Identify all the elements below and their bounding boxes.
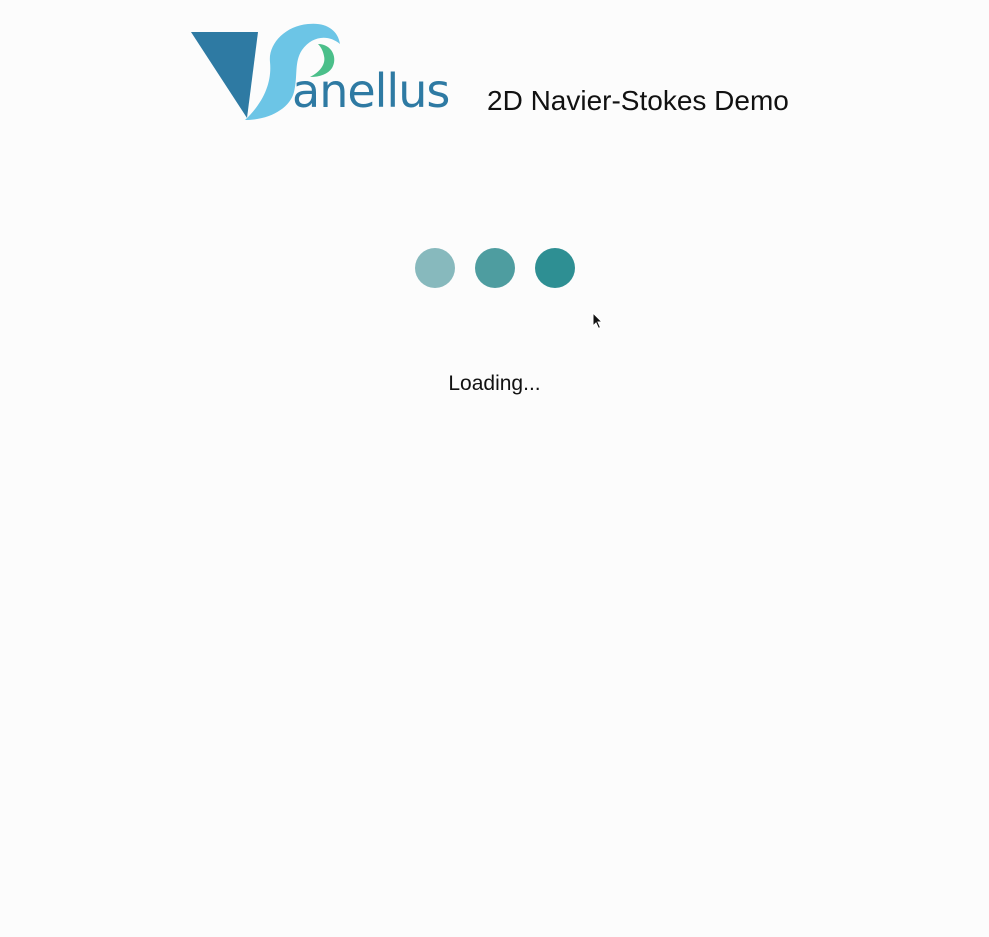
page-title: 2D Navier-Stokes Demo (487, 85, 789, 116)
spinner-dot (415, 248, 455, 288)
page: anellus 2D Navier-Stokes Demo Loading... (0, 0, 989, 937)
loading-status: Loading... (448, 372, 541, 395)
logo-wordmark: anellus (292, 64, 450, 118)
mouse-pointer-icon (592, 312, 604, 330)
header: anellus 2D Navier-Stokes Demo (190, 22, 810, 122)
spinner-dot (535, 248, 575, 288)
spinner-dot (475, 248, 515, 288)
loading-spinner (415, 248, 575, 288)
